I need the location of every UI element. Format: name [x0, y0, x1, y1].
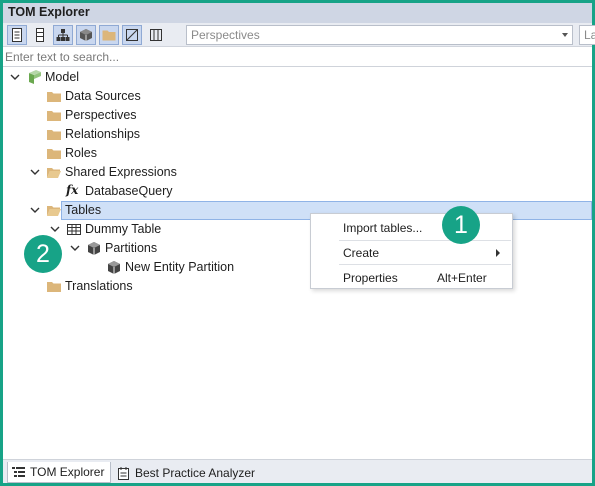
tree-node-database-query[interactable]: fx DatabaseQuery	[3, 182, 592, 201]
context-menu: Import tables... Create Properties Alt+E…	[310, 213, 513, 289]
partition-icon	[108, 261, 120, 274]
search-input[interactable]	[5, 49, 585, 65]
menu-separator	[339, 264, 511, 265]
tab-label: Best Practice Analyzer	[135, 465, 256, 480]
tree-node-label: New Entity Partition	[125, 260, 235, 274]
chevron-down-icon[interactable]	[9, 71, 21, 83]
menu-item-label: Import tables...	[343, 221, 423, 235]
folder-icon[interactable]	[99, 25, 119, 45]
tree-node-label: Roles	[65, 146, 97, 160]
chevron-down-icon[interactable]	[69, 242, 81, 254]
fx-icon: fx	[66, 183, 79, 197]
tree-node-relationships[interactable]: Relationships	[3, 125, 592, 144]
language-dropdown[interactable]: La	[579, 25, 595, 45]
tree-node-roles[interactable]: Roles	[3, 144, 592, 163]
tab-tom-explorer[interactable]: TOM Explorer	[7, 462, 112, 483]
tree-node-label: DatabaseQuery	[85, 184, 173, 198]
tree-node-perspectives[interactable]: Perspectives	[3, 106, 592, 125]
tree-node-shared-expressions[interactable]: Shared Expressions	[3, 163, 592, 182]
chevron-down-icon[interactable]	[29, 204, 41, 216]
tree-node-model[interactable]: Model	[3, 68, 592, 87]
list-icon[interactable]	[30, 25, 50, 45]
folder-icon	[47, 282, 61, 292]
callout-badge-2: 2	[24, 235, 62, 273]
folder-icon	[47, 111, 61, 121]
table-icon	[67, 224, 81, 235]
tab-label: TOM Explorer	[30, 465, 105, 479]
tree-node-label: Model	[45, 70, 80, 84]
cube-icon[interactable]	[76, 25, 96, 45]
folder-icon	[47, 130, 61, 140]
toolbar: Perspectives La	[3, 23, 595, 47]
chevron-down-icon[interactable]	[49, 223, 61, 235]
menu-item-shortcut: Alt+Enter	[437, 271, 487, 285]
tree-node-label: Data Sources	[65, 89, 141, 103]
tree-node-label: Translations	[65, 279, 133, 293]
tab-best-practice-analyzer[interactable]: Best Practice Analyzer	[113, 462, 261, 483]
tree-node-label: Partitions	[105, 241, 158, 255]
submenu-arrow-icon	[496, 249, 500, 257]
tree-node-data-sources[interactable]: Data Sources	[3, 87, 592, 106]
chevron-down-icon	[562, 33, 568, 37]
partitions-icon	[88, 242, 100, 255]
tree-node-label: Relationships	[65, 127, 141, 141]
tree-node-label: Perspectives	[65, 108, 137, 122]
document-icon[interactable]	[7, 25, 27, 45]
hidden-toggle-icon[interactable]	[122, 25, 142, 45]
tree-list-icon	[12, 467, 25, 477]
model-icon	[29, 70, 41, 84]
folder-icon	[47, 149, 61, 159]
menu-item-label: Properties	[343, 271, 398, 285]
columns-icon[interactable]	[146, 25, 166, 45]
callout-badge-1: 1	[442, 206, 480, 244]
menu-item-properties[interactable]: Properties Alt+Enter	[311, 266, 512, 288]
hierarchy-icon[interactable]	[53, 25, 73, 45]
perspectives-placeholder: Perspectives	[191, 28, 260, 42]
analyzer-icon	[118, 466, 129, 480]
tree-node-label: Dummy Table	[85, 222, 162, 236]
window-title: TOM Explorer	[8, 5, 90, 19]
menu-item-label: Create	[343, 246, 380, 260]
title-bar: TOM Explorer	[3, 3, 592, 23]
menu-item-create[interactable]: Create	[311, 241, 512, 263]
folder-icon	[47, 92, 61, 102]
tree-node-label: Tables	[65, 203, 102, 217]
menu-item-import-tables[interactable]: Import tables...	[311, 216, 512, 238]
folder-open-icon	[47, 206, 61, 216]
bottom-tab-bar: TOM Explorer Best Practice Analyzer	[3, 459, 592, 483]
search-bar	[3, 48, 592, 67]
chevron-down-icon[interactable]	[29, 166, 41, 178]
perspectives-dropdown[interactable]: Perspectives	[186, 25, 573, 45]
tree-node-label: Shared Expressions	[65, 165, 177, 179]
folder-open-icon	[47, 168, 61, 178]
language-placeholder: La	[584, 28, 595, 42]
